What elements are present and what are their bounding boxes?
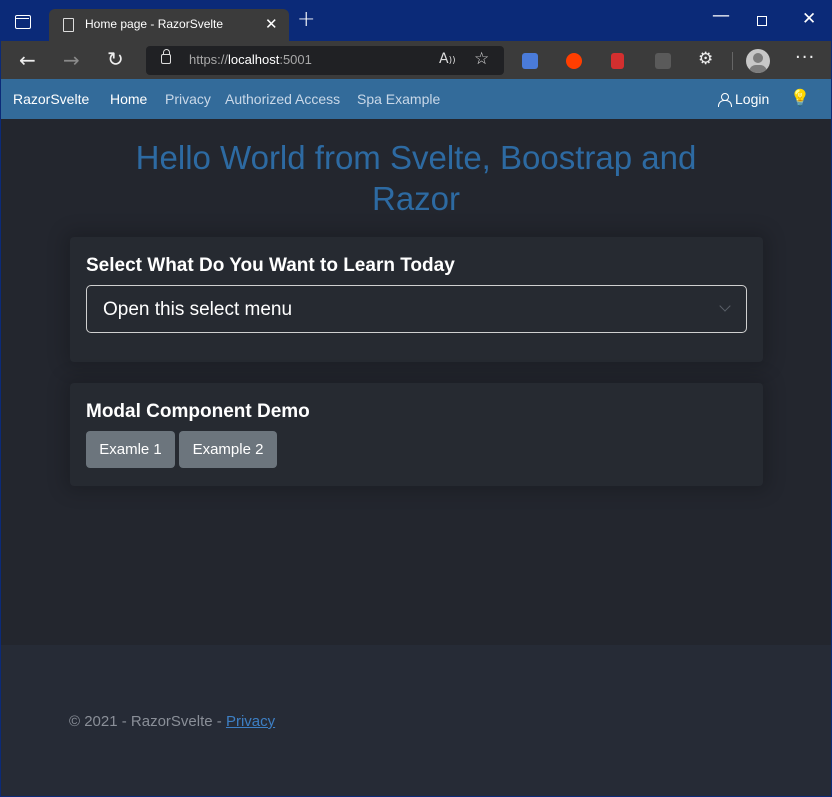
example-1-button[interactable]: Examle 1 xyxy=(86,431,175,468)
user-icon[interactable] xyxy=(718,93,732,107)
url-port: :5001 xyxy=(279,52,312,67)
maximize-icon[interactable] xyxy=(757,16,767,26)
nav-link-home[interactable]: Home xyxy=(110,91,147,107)
browser-toolbar: ← → ↻ https://localhost:5001 A)) ☆ ⚙ ··· xyxy=(1,41,831,79)
extensions-puzzle-icon[interactable]: ⚙ xyxy=(698,49,714,69)
footer-privacy-link[interactable]: Privacy xyxy=(226,713,275,730)
page-title-line1: Hello World from Svelte, Boostrap and xyxy=(135,139,697,176)
address-bar[interactable]: https://localhost:5001 A)) ☆ xyxy=(146,46,504,75)
back-icon[interactable]: ← xyxy=(19,48,36,72)
select-value: Open this select menu xyxy=(103,299,293,320)
nav-link-privacy[interactable]: Privacy xyxy=(165,91,211,107)
forward-icon[interactable]: → xyxy=(63,48,80,72)
example-2-button[interactable]: Example 2 xyxy=(179,431,277,468)
lock-icon[interactable] xyxy=(161,49,171,64)
page-title: Hello World from Svelte, Boostrap and Ra… xyxy=(1,137,831,219)
modal-demo-card: Modal Component Demo Examle 1 Example 2 xyxy=(70,383,763,486)
reload-icon[interactable]: ↻ xyxy=(107,47,124,71)
url-text[interactable]: https://localhost:5001 xyxy=(189,52,312,67)
login-link[interactable]: Login xyxy=(735,91,769,107)
browser-window: Home page - RazorSvelte ✕ + — ✕ ← → ↻ ht… xyxy=(1,1,831,796)
site-navbar: RazorSvelte Home Privacy Authorized Acce… xyxy=(1,79,831,119)
toolbar-divider xyxy=(732,52,733,70)
page-footer: © 2021 - RazorSvelte - Privacy xyxy=(1,645,831,796)
url-host: localhost xyxy=(228,52,280,67)
book-extension-icon[interactable] xyxy=(611,53,624,69)
learn-card-title: Select What Do You Want to Learn Today xyxy=(86,255,455,276)
close-window-icon[interactable]: ✕ xyxy=(802,9,816,29)
read-aloud-icon[interactable]: A)) xyxy=(439,51,456,67)
browser-tab[interactable]: Home page - RazorSvelte ✕ xyxy=(49,9,289,41)
navbar-brand[interactable]: RazorSvelte xyxy=(13,91,89,107)
web-page: RazorSvelte Home Privacy Authorized Acce… xyxy=(1,79,831,796)
nav-link-authorized-access[interactable]: Authorized Access xyxy=(225,91,340,107)
modal-card-title: Modal Component Demo xyxy=(86,401,310,422)
close-tab-icon[interactable]: ✕ xyxy=(265,15,278,33)
page-title-line2: Razor xyxy=(371,180,461,217)
profile-avatar[interactable] xyxy=(746,49,770,73)
minimize-icon[interactable]: — xyxy=(712,5,730,26)
tab-actions-icon[interactable] xyxy=(15,15,31,29)
nav-link-spa-example[interactable]: Spa Example xyxy=(357,91,440,107)
url-scheme: https:// xyxy=(189,52,229,67)
title-bar: Home page - RazorSvelte ✕ + — ✕ xyxy=(1,1,831,41)
page-icon xyxy=(63,18,74,32)
more-menu-icon[interactable]: ··· xyxy=(795,47,815,68)
theme-bulb-icon[interactable]: 💡 xyxy=(790,88,810,108)
svelte-extension-icon[interactable] xyxy=(566,53,582,69)
tab-title: Home page - RazorSvelte xyxy=(85,17,224,31)
footer-text: © 2021 - RazorSvelte - Privacy xyxy=(69,713,275,730)
chevron-down-icon xyxy=(719,300,731,312)
learn-card: Select What Do You Want to Learn Today O… xyxy=(70,237,763,362)
new-tab-icon[interactable]: + xyxy=(297,9,315,31)
footer-copyright: © 2021 - RazorSvelte - xyxy=(69,713,226,730)
favorite-star-icon[interactable]: ☆ xyxy=(474,49,489,69)
image-extension-icon[interactable] xyxy=(655,53,671,69)
topic-select[interactable]: Open this select menu xyxy=(86,285,747,333)
translate-extension-icon[interactable] xyxy=(522,53,538,69)
